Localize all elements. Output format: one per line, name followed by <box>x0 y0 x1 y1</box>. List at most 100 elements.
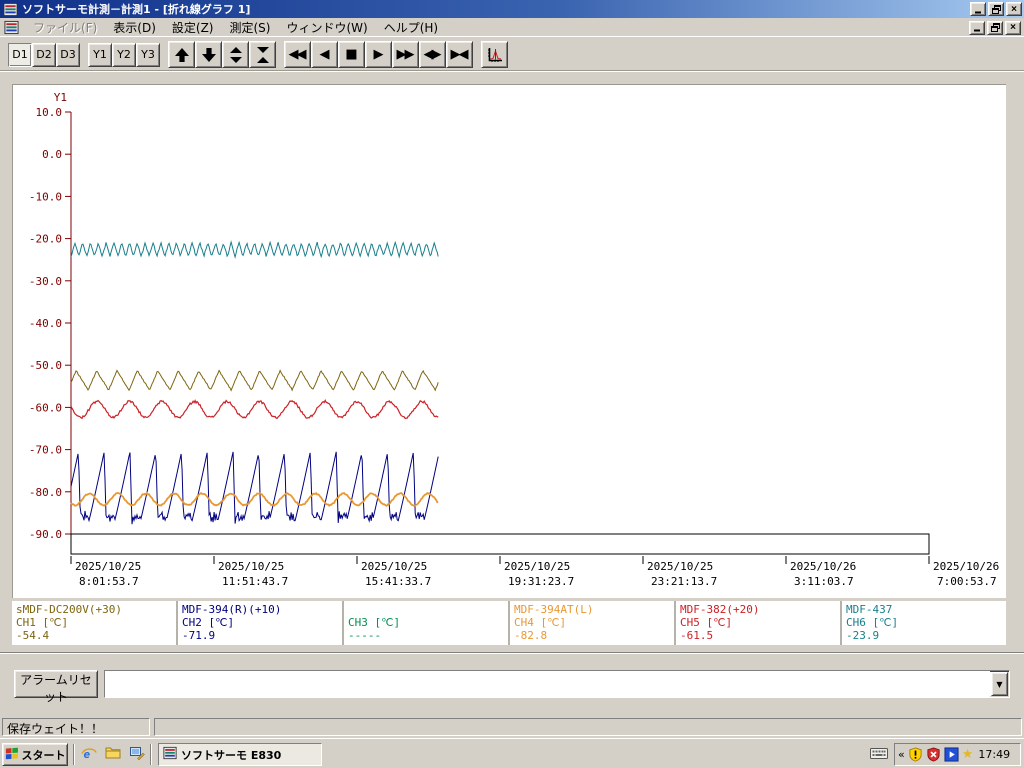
folder-icon[interactable] <box>104 744 122 762</box>
legend-channel-label: CH3 [℃] <box>348 616 401 629</box>
x-tick-time: 19:31:23.7 <box>508 575 574 588</box>
toolbar-group-3 <box>168 41 276 68</box>
toolbar-d2-button[interactable]: D2 <box>32 42 56 67</box>
series-ch1 <box>70 369 439 392</box>
toolbar-expand-horizontal-button[interactable]: ◀▶ <box>419 41 446 68</box>
x-tick-date: 2025/10/25 <box>647 560 713 573</box>
toolbar-group-4: ◀◀ ◀ ■ ▶ ▶▶ ◀▶ ▶◀ <box>284 41 473 68</box>
menu-item-5[interactable]: ウィンドウ(W) <box>278 18 375 37</box>
taskbar-divider <box>73 744 75 765</box>
y-tick-label: -80.0 <box>29 486 62 499</box>
legend-channel-2: MDF-394(R)(+10) CH2 [℃] -71.9 <box>178 601 342 645</box>
keyboard-layout-icon[interactable] <box>870 747 888 763</box>
expand-horizontal-icon: ◀▶ <box>423 47 442 62</box>
minimize-button[interactable] <box>970 2 986 16</box>
compress-vertical-icon <box>256 46 269 63</box>
x-tick-time: 23:21:13.7 <box>651 575 717 588</box>
toolbar-scroll-down-button[interactable] <box>195 41 222 68</box>
start-button-label: スタート <box>21 748 66 762</box>
toolbar-compress-vertical-button[interactable] <box>249 41 276 68</box>
legend-channel-name <box>348 603 504 616</box>
toolbar-scroll-up-button[interactable] <box>168 41 195 68</box>
security-shield-icon[interactable] <box>908 747 923 762</box>
window-title: ソフトサーモ計測－計測1 - [折れ線グラフ 1] <box>22 3 251 16</box>
document-icon[interactable] <box>3 20 19 36</box>
chart-icon <box>487 47 502 62</box>
combobox-dropdown-button[interactable]: ▼ <box>991 672 1008 696</box>
y-tick-label: -30.0 <box>29 275 62 288</box>
legend-channel-name: sMDF-DC200V(+30) <box>16 603 122 616</box>
menu-item-2[interactable]: 表示(D) <box>105 18 164 37</box>
toolbar: D1 D2 D3 Y1 Y2 Y3 ◀◀ ◀ ■ ▶ ▶▶ ◀▶ ▶◀ <box>0 37 1024 72</box>
star-icon[interactable]: ★ <box>962 748 974 761</box>
toolbar-expand-vertical-button[interactable] <box>222 41 249 68</box>
y-tick-label: -50.0 <box>29 359 62 372</box>
legend-channel-5: MDF-382(+20) CH5 [℃] -61.5 <box>676 601 840 645</box>
legend-channel-value: ----- <box>348 629 382 642</box>
menu-item-1: ファイル(F) <box>33 21 98 35</box>
series-ch5 <box>70 399 439 420</box>
alarm-reset-button[interactable]: アラームリセット <box>14 670 98 704</box>
legend-channel-1: sMDF-DC200V(+30) CH1 [℃] -54.4 <box>12 601 176 645</box>
toolbar-fast-rewind-button[interactable]: ◀◀ <box>284 41 311 68</box>
legend-channel-3: CH3 [℃] ----- <box>344 601 508 645</box>
close-button[interactable]: × <box>1006 2 1022 16</box>
menu-item-3[interactable]: 設定(Z) <box>164 18 222 37</box>
toolbar-group-2: Y1 Y2 Y3 <box>88 42 160 67</box>
chart-svg: Y1 10.0 0.0 -10.0 -20.0 -30.0 -40.0 -50.0 -60.0 -… <box>29 91 999 588</box>
x-tick-date: 2025/10/25 <box>361 560 427 573</box>
legend-channel-value: -82.8 <box>514 629 548 642</box>
y-tick-label: -10.0 <box>29 190 62 203</box>
toolbar-compress-horizontal-button[interactable]: ▶◀ <box>446 41 473 68</box>
mdi-restore-button[interactable] <box>987 20 1003 35</box>
toolbar-d1-button[interactable]: D1 <box>8 42 32 67</box>
mdi-minimize-button[interactable] <box>969 20 985 35</box>
media-player-icon[interactable] <box>944 747 959 762</box>
toolbar-d3-button[interactable]: D3 <box>56 42 80 67</box>
x-tick-date: 2025/10/26 <box>933 560 999 573</box>
toolbar-group-5 <box>481 41 508 68</box>
alarm-combobox-value[interactable] <box>105 671 990 697</box>
quick-launch: e <box>80 744 146 762</box>
x-tick-time: 8:01:53.7 <box>79 575 139 588</box>
separator <box>0 652 1024 654</box>
series-ch6 <box>70 240 439 260</box>
alarm-combobox[interactable]: ▼ <box>104 670 1010 698</box>
legend-channel-label: CH6 [℃] <box>846 616 899 629</box>
status-message: 保存ウェイト！！ <box>2 718 150 736</box>
chart-panel: Y1 10.0 0.0 -10.0 -20.0 -30.0 -40.0 -50.0 -60.0 -… <box>12 84 1006 598</box>
arrow-down-icon <box>201 47 216 62</box>
restore-button[interactable] <box>988 2 1004 16</box>
antivirus-shield-icon[interactable] <box>926 747 941 762</box>
taskbar: スタート e ソフトサーモ E830 « ★ 17:49 <box>0 738 1024 768</box>
toolbar-stop-button[interactable]: ■ <box>338 41 365 68</box>
status-extra <box>154 718 1022 736</box>
menu-item-6[interactable]: ヘルプ(H) <box>376 18 446 37</box>
legend-channel-4: MDF-394AT(L) CH4 [℃] -82.8 <box>510 601 674 645</box>
legend-channel-label: CH1 [℃] <box>16 616 69 629</box>
show-desktop-icon[interactable] <box>128 744 146 762</box>
toolbar-fast-forward-button[interactable]: ▶▶ <box>392 41 419 68</box>
toolbar-step-back-button[interactable]: ◀ <box>311 41 338 68</box>
toolbar-step-forward-button[interactable]: ▶ <box>365 41 392 68</box>
step-back-icon: ◀ <box>319 47 330 62</box>
y-tick-label: 10.0 <box>36 106 63 119</box>
legend-channel-name: MDF-382(+20) <box>680 603 760 616</box>
fast-forward-icon: ▶▶ <box>396 47 415 62</box>
menu-item-4[interactable]: 測定(S) <box>221 18 278 37</box>
mdi-window-controls: × <box>967 20 1021 35</box>
legend-channel-name: MDF-394(R)(+10) <box>182 603 282 616</box>
channel-legend: sMDF-DC200V(+30) CH1 [℃] -54.4 MDF-394(R)(+… <box>12 601 1006 645</box>
taskbar-divider-2 <box>150 744 152 765</box>
toolbar-y1-button[interactable]: Y1 <box>88 42 112 67</box>
mdi-close-button[interactable]: × <box>1005 20 1021 35</box>
toolbar-y3-button[interactable]: Y3 <box>136 42 160 67</box>
toolbar-graph-settings-button[interactable] <box>481 41 508 68</box>
title-bar: ソフトサーモ計測－計測1 - [折れ線グラフ 1] × <box>0 0 1024 18</box>
taskbar-task-button[interactable]: ソフトサーモ E830 <box>158 743 322 766</box>
toolbar-y2-button[interactable]: Y2 <box>112 42 136 67</box>
hide-tray-icons-chevron[interactable]: « <box>898 748 905 761</box>
legend-channel-value: -71.9 <box>182 629 216 642</box>
ie-icon[interactable]: e <box>80 744 98 762</box>
start-button[interactable]: スタート <box>2 743 68 766</box>
